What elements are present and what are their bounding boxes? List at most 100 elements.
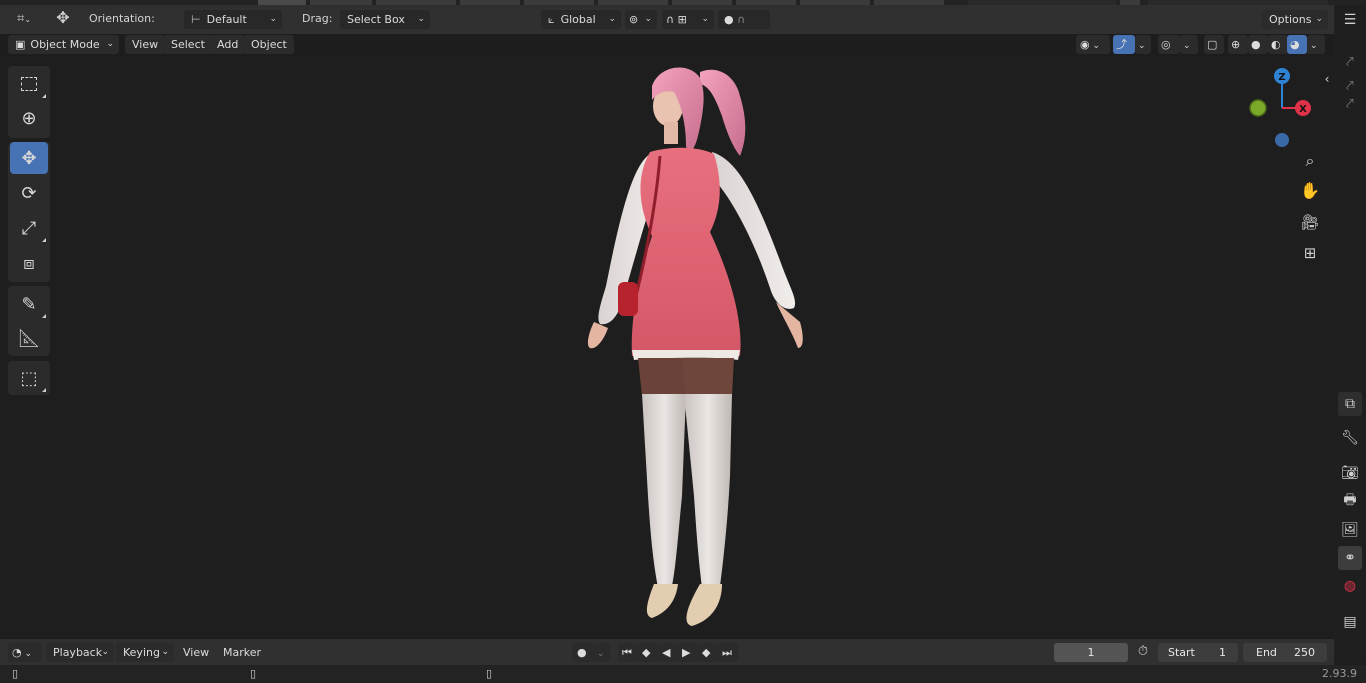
prev-keyframe-icon: ◆ (642, 646, 651, 659)
cursor-tool[interactable]: ⊕ (10, 102, 48, 134)
navigation-gizmo[interactable]: Z X (1240, 64, 1320, 154)
mode-dropdown[interactable]: ▣ Object Mode ⌄ (8, 35, 119, 54)
end-frame-field[interactable]: End 250 (1243, 643, 1327, 662)
mouse-left-icon: ▯ (11, 667, 19, 680)
play-reverse-button[interactable]: ◀ (658, 643, 678, 662)
render-properties-icon[interactable]: 📷︎ (1338, 461, 1362, 485)
pivot-icon: ⊚ (629, 13, 639, 26)
select-box-tool[interactable] (10, 68, 48, 100)
menu-keying[interactable]: Keying ⌄ (116, 643, 174, 662)
properties-editor-icon[interactable]: ⧉ (1338, 392, 1362, 416)
tool-properties-icon[interactable]: 🔧︎ (1338, 426, 1362, 450)
view-layer-icon[interactable]: 🖼︎ (1338, 518, 1362, 542)
add-cube-tool[interactable]: ⬚ (10, 362, 48, 394)
menu-add[interactable]: Add (210, 35, 246, 54)
transform-tool[interactable]: ⧈ (10, 247, 48, 279)
play-reverse-icon: ◀ (662, 646, 671, 659)
rendered-sphere-icon: ◕ (1290, 38, 1300, 51)
gizmo-toggle[interactable]: ⤴ (1113, 35, 1135, 54)
prev-keyframe-button[interactable]: ◆ (638, 643, 658, 662)
play-button[interactable]: ▶ (678, 643, 698, 662)
falloff-icon: ∩ (737, 13, 746, 26)
options-dropdown[interactable]: Options ⌄ (1262, 10, 1328, 29)
next-keyframe-button[interactable]: ◆ (698, 643, 718, 662)
grid-icon[interactable]: ⊞ (1297, 244, 1323, 262)
move-tool-icon[interactable]: ✥ (50, 9, 76, 27)
transform-space-value: Global (560, 13, 596, 26)
transform-icon: ⧈ (23, 252, 35, 274)
zoom-icon[interactable]: ⌕ (1297, 152, 1323, 170)
wireframe-shading[interactable]: ⊕ (1228, 35, 1248, 54)
world-properties-icon[interactable]: ◍ (1338, 574, 1362, 598)
scale-icon: ⤢ (21, 217, 37, 239)
scale-tool[interactable]: ⤢ (10, 212, 48, 244)
outliner-icon[interactable]: ☰ (1338, 8, 1362, 32)
menu-view[interactable]: View (125, 35, 166, 54)
scene-properties-icon[interactable]: ⚭ (1338, 546, 1362, 570)
gizmo-y-negative[interactable] (1249, 99, 1267, 117)
xray-icon: ▢ (1207, 38, 1218, 51)
status-bar: ▯ ▯ ▯ 2.93.9 (0, 665, 1366, 683)
snap-dropdown[interactable]: ∩ ⊞ ⌄ (662, 10, 714, 29)
gizmo-z-negative[interactable] (1275, 133, 1289, 147)
preview-range-icon[interactable]: ⏱ (1134, 643, 1152, 661)
proportional-icon: ● (724, 13, 734, 26)
tool-pin-icon-3[interactable]: ⤤ (1338, 92, 1362, 116)
start-frame-field[interactable]: Start 1 (1158, 643, 1238, 662)
move-tool[interactable]: ✥ (10, 142, 48, 174)
options-label: Options (1269, 13, 1312, 26)
current-frame-field[interactable]: 1 (1054, 643, 1128, 662)
camera-icon[interactable]: 🎥︎ (1297, 213, 1323, 231)
overlays-dropdown[interactable]: ⌄ (1180, 35, 1198, 54)
menu-marker[interactable]: Marker (216, 643, 268, 662)
rotate-icon: ⟳ (21, 182, 37, 204)
transform-orientation-dropdown[interactable]: ⟀ Global ⌄ (541, 10, 621, 29)
character-model[interactable] (560, 56, 840, 636)
hand-icon[interactable]: ✋ (1297, 182, 1323, 200)
3d-viewport[interactable]: Z X ⌕ ✋ 🎥︎ ⊞ ‹ (0, 56, 1334, 638)
end-value: 250 (1294, 646, 1315, 659)
collection-properties-icon[interactable]: ▤ (1338, 610, 1362, 634)
chevron-down-icon: ⌄ (21, 649, 33, 659)
keying-label: Keying (123, 646, 160, 659)
gizmo-dropdown[interactable]: ⌄ (1135, 35, 1151, 54)
drag-dropdown[interactable]: Select Box ⌄ (340, 10, 430, 29)
play-icon: ▶ (682, 646, 691, 659)
editor-type-icon[interactable]: ⌗⌄ (10, 10, 38, 29)
orientation-dropdown[interactable]: ⊢ Default ⌄ (184, 10, 282, 29)
proportional-edit-dropdown[interactable]: ● ∩ (718, 10, 770, 29)
sidebar-toggle-icon[interactable]: ‹ (1320, 70, 1334, 88)
jump-end-button[interactable]: ⏭ (718, 643, 738, 662)
chevron-down-icon: ⌄ (1315, 14, 1323, 24)
auto-keying-toggle[interactable]: ● (572, 643, 594, 662)
rotate-tool[interactable]: ⟳ (10, 177, 48, 209)
annotate-tool[interactable]: ✎ (10, 288, 48, 320)
material-shading[interactable]: ◐ (1268, 35, 1288, 54)
move-icon: ✥ (21, 147, 37, 169)
next-keyframe-icon: ◆ (702, 646, 711, 659)
solid-sphere-icon: ● (1251, 38, 1261, 51)
solid-shading[interactable]: ● (1248, 35, 1268, 54)
menu-object[interactable]: Object (244, 35, 294, 54)
chevron-down-icon: ⌄ (417, 14, 425, 24)
rendered-shading[interactable]: ◕ (1287, 35, 1307, 54)
shading-dropdown[interactable]: ⌄ (1307, 35, 1325, 54)
keying-set-dropdown[interactable]: ⌄ (594, 643, 610, 662)
start-label: Start (1168, 646, 1195, 659)
tool-pin-icon[interactable]: ⤤ (1338, 50, 1362, 74)
menu-timeline-view[interactable]: View (176, 643, 216, 662)
gizmo-icon: ⤴ (1116, 38, 1127, 51)
measure-tool[interactable]: 📐︎ (10, 322, 48, 354)
mode-value: Object Mode (30, 38, 100, 51)
timeline-editor-type[interactable]: ◔ ⌄ (8, 643, 42, 662)
menu-playback[interactable]: Playback ⌄ (46, 643, 114, 662)
mouse-middle-icon: ▯ (249, 667, 257, 680)
output-properties-icon[interactable]: 🖶︎ (1338, 489, 1362, 513)
menu-select[interactable]: Select (164, 35, 212, 54)
xray-toggle[interactable]: ▢ (1204, 35, 1224, 54)
overlays-toggle[interactable]: ◎ (1158, 35, 1180, 54)
visibility-dropdown[interactable]: ◉ ⌄ (1076, 35, 1110, 54)
jump-start-button[interactable]: ⏮ (618, 643, 638, 662)
pivot-point-dropdown[interactable]: ⊚ ⌄ (625, 10, 657, 29)
playback-label: Playback (53, 646, 103, 659)
